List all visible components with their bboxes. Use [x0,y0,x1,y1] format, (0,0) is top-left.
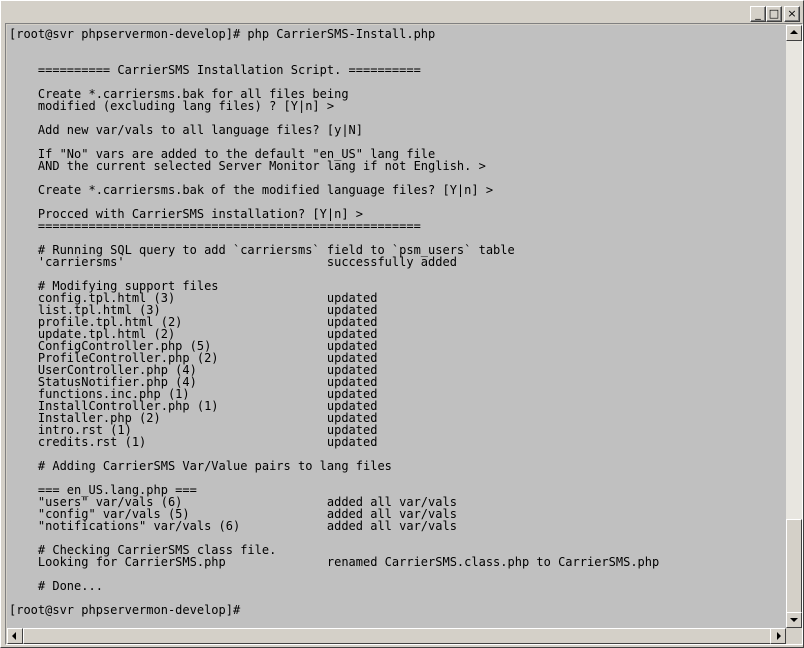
terminal-line: 'carriersms' successfully added [9,255,457,269]
terminal-line: credits.rst (1) updated [9,435,378,449]
terminal-line: [root@svr phpservermon-develop]# php Car… [9,27,436,41]
horizontal-scrollbar[interactable] [7,628,786,644]
terminal-line: AND the current selected Server Monitor … [9,159,486,173]
title-bar[interactable]: _ □ × [4,4,800,23]
arrow-up-icon [790,30,798,34]
terminal-line: Looking for CarrierSMS.php renamed Carri… [9,555,660,569]
scrollbar-corner [786,628,802,644]
arrow-left-icon [12,632,16,640]
terminal-line: # Adding CarrierSMS Var/Value pairs to l… [9,459,392,473]
scroll-left-button[interactable] [7,628,23,644]
terminal-output[interactable]: [root@svr phpservermon-develop]# php Car… [7,25,786,628]
terminal-line: modified (excluding lang files) ? [Y|n] … [9,99,335,113]
terminal-line: "notifications" var/vals (6) added all v… [9,519,457,533]
arrow-right-icon [777,632,781,640]
maximize-button[interactable]: □ [766,6,782,22]
vertical-scrollbar[interactable] [786,25,802,628]
terminal-line: ========================================… [9,219,421,233]
close-button[interactable]: × [784,6,800,22]
terminal-window: _ □ × [root@svr phpservermon-develop]# p… [0,0,804,648]
minimize-button[interactable]: _ [750,6,766,22]
horizontal-scroll-thumb[interactable] [23,628,772,644]
scroll-up-button[interactable] [786,25,802,41]
terminal-line: ========== CarrierSMS Installation Scrip… [9,63,421,77]
scroll-down-button[interactable] [786,612,802,628]
vertical-scroll-thumb[interactable] [786,519,802,613]
arrow-down-icon [790,618,798,622]
scroll-right-button[interactable] [770,628,786,644]
terminal-line: [root@svr phpservermon-develop]# [9,603,241,617]
terminal-line: # Done... [9,579,103,593]
terminal-text: [root@svr phpservermon-develop]# php Car… [9,28,659,616]
terminal-line: Add new var/vals to all language files? … [9,123,364,137]
terminal-line: Create *.carriersms.bak of the modified … [9,183,494,197]
terminal-frame: [root@svr phpservermon-develop]# php Car… [5,23,803,645]
